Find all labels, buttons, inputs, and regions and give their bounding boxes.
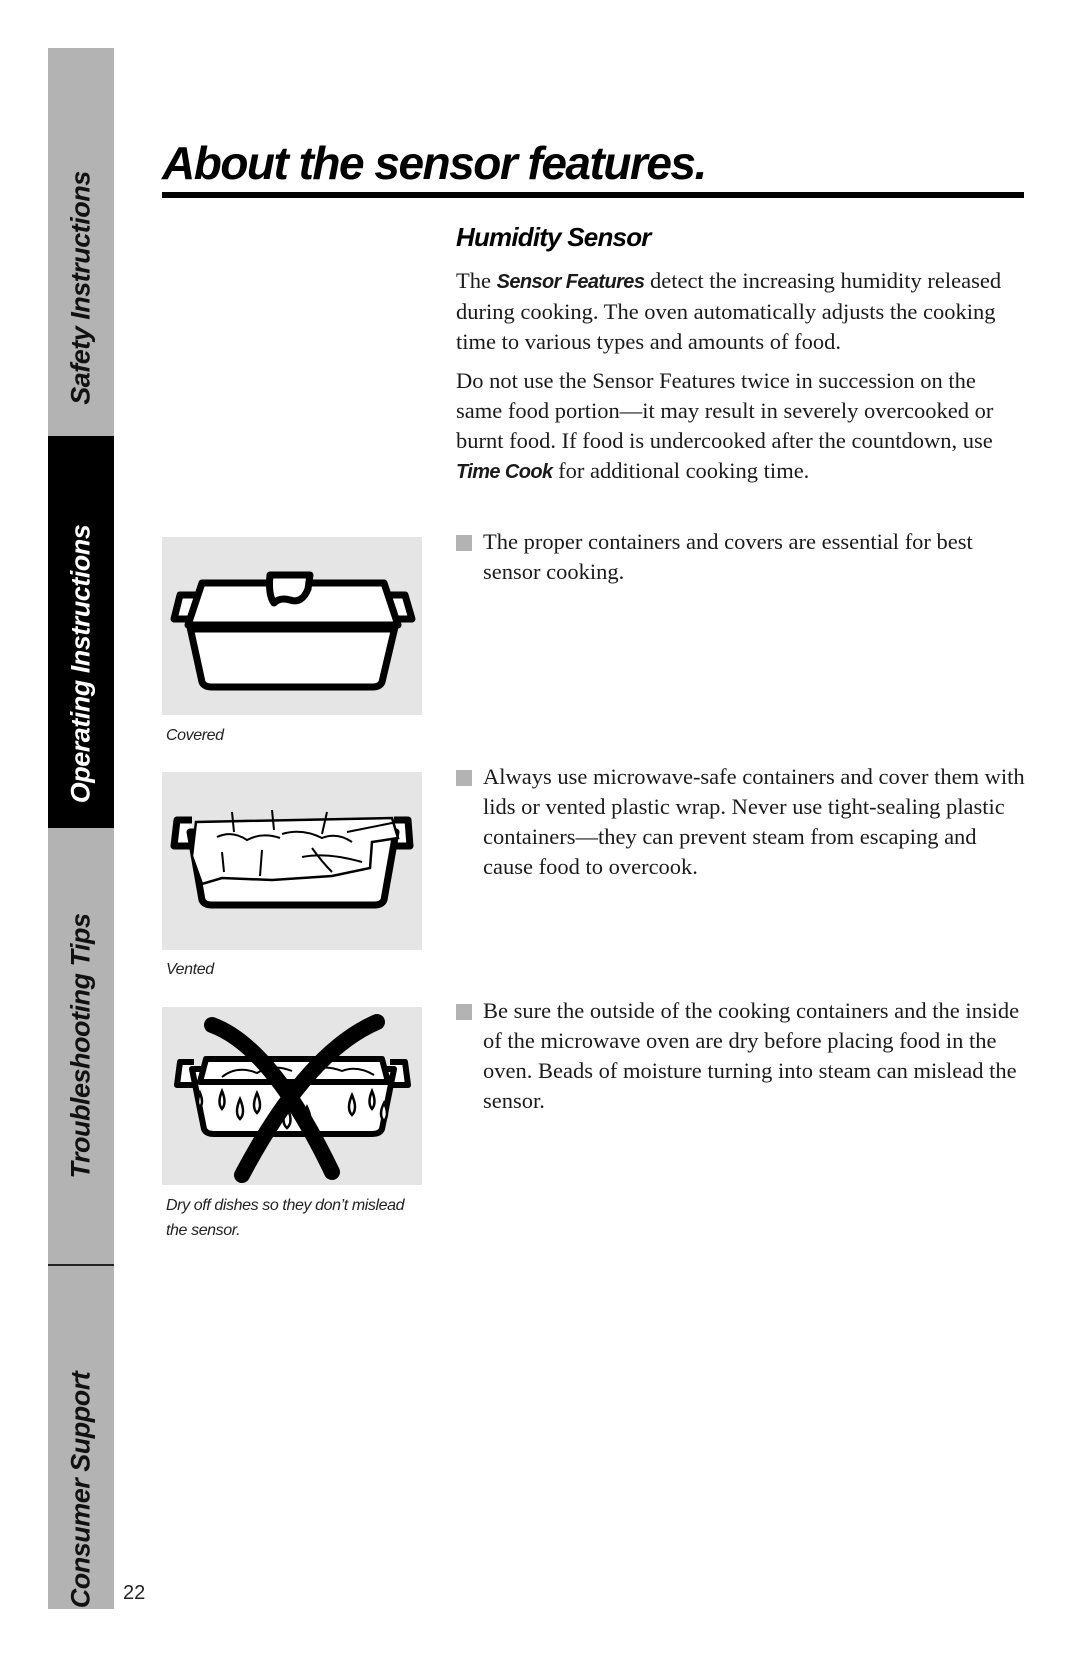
covered-dish-icon: [170, 571, 416, 691]
bullet-text: Always use microwave-safe containers and…: [483, 764, 1025, 879]
section-tabs: Safety Instructions Operating Instructio…: [48, 48, 114, 1609]
tab-troubleshooting-tips[interactable]: Troubleshooting Tips: [48, 828, 114, 1264]
figure-caption: Covered: [166, 727, 224, 744]
sensor-features-emphasis: Sensor Features: [496, 271, 645, 293]
square-bullet-icon: [456, 770, 472, 786]
text-run: for additional cooking time.: [552, 458, 810, 483]
bullet-item: Always use microwave-safe containers and…: [456, 762, 1026, 882]
page-number: 22: [123, 1582, 146, 1604]
tab-label: Operating Instructions: [65, 524, 96, 804]
title-rule: [162, 192, 1024, 198]
text-run: Do not use the Sensor Features twice in …: [456, 368, 994, 453]
warning-paragraph: Do not use the Sensor Features twice in …: [456, 366, 1026, 487]
tab-label: Troubleshooting Tips: [65, 913, 96, 1179]
vented-dish-icon: [170, 809, 414, 909]
tab-consumer-support[interactable]: Consumer Support: [48, 1266, 114, 1609]
bullet-item: Be sure the outside of the cooking conta…: [456, 996, 1026, 1116]
covered-dish-figure: [162, 537, 422, 715]
text-run: The: [456, 268, 497, 293]
tab-label: Consumer Support: [65, 1371, 96, 1609]
tab-label: Safety Instructions: [65, 171, 96, 405]
intro-paragraph: The Sensor Features detect the increasin…: [456, 266, 1026, 357]
time-cook-emphasis: Time Cook: [456, 461, 553, 483]
vented-dish-figure: [162, 772, 422, 950]
bullet-item: The proper containers and covers are ess…: [456, 527, 1026, 587]
bullet-text: Be sure the outside of the cooking conta…: [483, 998, 1020, 1113]
square-bullet-icon: [456, 1004, 472, 1020]
figure-caption: Vented: [166, 961, 214, 978]
wet-dish-crossed-icon: [174, 1014, 411, 1183]
tab-safety-instructions[interactable]: Safety Instructions: [48, 48, 114, 436]
wet-dish-figure: [162, 1007, 422, 1185]
figure-caption: Dry off dishes so they don’t mislead the…: [166, 1197, 405, 1239]
tab-operating-instructions[interactable]: Operating Instructions: [48, 436, 114, 828]
section-heading: Humidity Sensor: [456, 222, 651, 252]
bullet-text: The proper containers and covers are ess…: [483, 529, 973, 584]
page-title: About the sensor features.: [162, 137, 707, 189]
square-bullet-icon: [456, 535, 472, 551]
